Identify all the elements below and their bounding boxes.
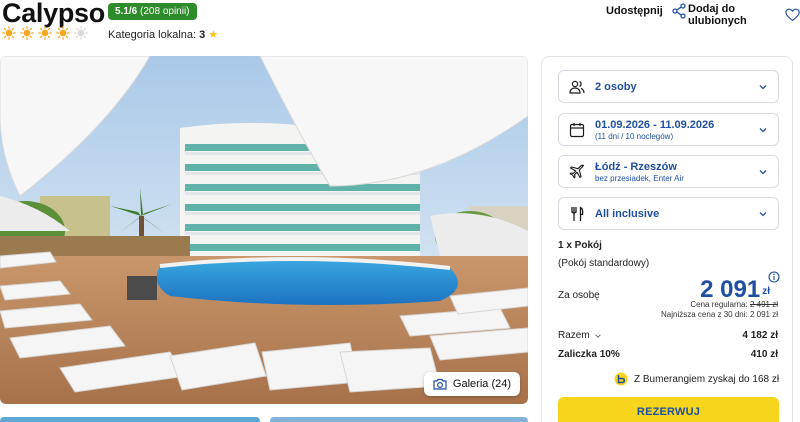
bumerang-logo-icon bbox=[614, 372, 628, 386]
route-value: Łódź - Rzeszów bbox=[595, 160, 677, 173]
per-person-label: Za osobę bbox=[558, 290, 600, 301]
favorite-label: Dodaj do ulubionych bbox=[688, 3, 747, 27]
reserve-button[interactable]: REZERWUJ bbox=[558, 397, 779, 422]
total-label: Razem bbox=[558, 330, 590, 341]
dates-value: 01.09.2026 - 11.09.2026 bbox=[595, 118, 715, 131]
price-currency: zł bbox=[762, 286, 770, 297]
sun-icon bbox=[38, 26, 52, 40]
board-select[interactable]: All inclusive bbox=[558, 197, 779, 230]
sun-icon bbox=[20, 26, 34, 40]
local-category-value: 3 bbox=[199, 29, 206, 41]
chevron-down-icon bbox=[594, 333, 601, 338]
thumbnail-right[interactable] bbox=[270, 417, 528, 422]
guests-value: 2 osoby bbox=[595, 80, 637, 93]
thumbnail-left[interactable] bbox=[0, 417, 260, 422]
dates-select[interactable]: 01.09.2026 - 11.09.2026 (11 dni / 10 noc… bbox=[558, 113, 779, 146]
total-value: 4 182 zł bbox=[742, 330, 778, 341]
bumerang-text: Z Bumerangiem zyskaj do 168 zł bbox=[634, 373, 780, 385]
rating-value: 5.1/6 bbox=[115, 6, 138, 17]
hotel-photo-illustration bbox=[0, 56, 528, 404]
sun-rating bbox=[2, 26, 88, 40]
cutlery-icon bbox=[571, 205, 584, 221]
chevron-down-icon bbox=[759, 127, 767, 132]
booking-panel: 2 osoby 01.09.2026 - 11.09.2026 (11 dni … bbox=[541, 56, 793, 422]
board-value: All inclusive bbox=[595, 207, 660, 220]
star-icon: ★ bbox=[208, 29, 219, 41]
room-count: 1 x Pokój bbox=[558, 240, 602, 251]
regular-price-value: 2 491 zł bbox=[749, 300, 778, 309]
gallery-label: Galeria (24) bbox=[452, 378, 511, 390]
chevron-down-icon bbox=[759, 211, 767, 216]
lowest-price-30-days: Najniższa cena z 30 dni: 2 091 zł bbox=[661, 310, 778, 319]
info-icon[interactable] bbox=[768, 271, 780, 283]
flight-select[interactable]: Łódź - Rzeszów bez przesiadek, Enter Air bbox=[558, 155, 779, 188]
dates-subtext: (11 dni / 10 noclegów) bbox=[595, 131, 674, 141]
share-button[interactable]: Udostępnij bbox=[606, 3, 687, 19]
chevron-down-icon bbox=[759, 169, 767, 174]
add-to-favorites-button[interactable]: Dodaj do ulubionych bbox=[688, 3, 800, 27]
sun-icon bbox=[2, 26, 16, 40]
route-subtext: bez przesiadek, Enter Air bbox=[595, 173, 684, 183]
regular-price-label: Cena regularna: bbox=[690, 300, 748, 309]
room-type: (Pokój standardowy) bbox=[558, 258, 650, 269]
local-category: Kategoria lokalna: 3 ★ bbox=[108, 28, 218, 41]
bumerang-offer[interactable]: Z Bumerangiem zyskaj do 168 zł bbox=[614, 372, 779, 386]
hotel-name: Calypso bbox=[2, 0, 105, 28]
share-label: Udostępnij bbox=[606, 5, 663, 17]
guests-select[interactable]: 2 osoby bbox=[558, 70, 779, 103]
regular-price: Cena regularna: 2 491 zł bbox=[690, 300, 778, 309]
calendar-icon bbox=[569, 122, 585, 137]
deposit-value: 410 zł bbox=[750, 349, 778, 360]
gallery-button[interactable]: Galeria (24) bbox=[423, 372, 520, 396]
heart-icon bbox=[785, 8, 800, 22]
sun-half-icon bbox=[74, 26, 88, 40]
local-category-label: Kategoria lokalna: bbox=[108, 29, 197, 41]
hotel-main-photo[interactable]: Galeria (24) bbox=[0, 56, 528, 404]
deposit-label: Zaliczka 10% bbox=[558, 349, 620, 360]
review-count: (208 opinii) bbox=[140, 6, 190, 17]
sun-icon bbox=[56, 26, 70, 40]
camera-icon bbox=[433, 378, 447, 390]
people-icon bbox=[569, 80, 585, 94]
share-icon bbox=[672, 3, 686, 19]
total-toggle[interactable]: Razem bbox=[558, 330, 602, 341]
airplane-icon bbox=[569, 164, 585, 178]
chevron-down-icon bbox=[759, 84, 767, 89]
rating-badge[interactable]: 5.1/6 (208 opinii) bbox=[108, 3, 197, 20]
